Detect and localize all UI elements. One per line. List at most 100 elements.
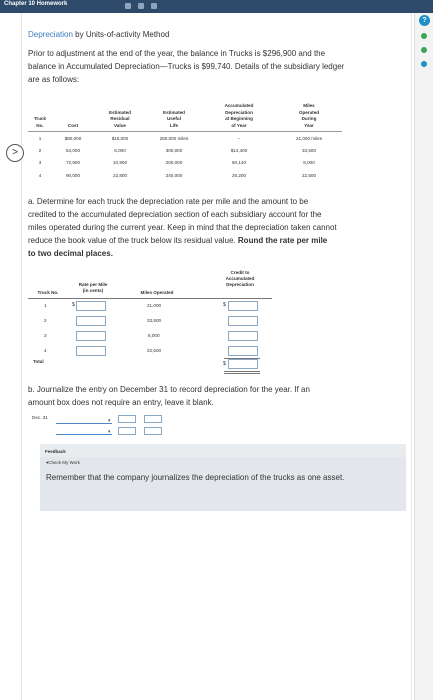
accum-cell: – bbox=[237, 135, 241, 141]
col-header-truck-no: Truck No. bbox=[37, 290, 59, 295]
table-row: 1 $80,000 $15,000 250,000 miles – 21,000… bbox=[28, 132, 342, 145]
heading-text: by Units-of-activity Method bbox=[72, 30, 170, 39]
subsidiary-ledger-table: Truck No. Cost Estimated Residual Value Est… bbox=[28, 103, 342, 182]
intro-paragraph: Prior to adjustment at the end of the ye… bbox=[28, 47, 406, 86]
instruction-line: reduce the book value of the truck below… bbox=[28, 236, 328, 245]
credit-input[interactable] bbox=[228, 346, 258, 356]
feedback-body: ▾Check My Work Remember that the company… bbox=[40, 457, 406, 511]
col-header-cost: Cost bbox=[52, 103, 94, 132]
miles-cell: 33,500 bbox=[301, 147, 317, 153]
col-header-accum: Accumulated Depreciation at Beginning of Ye… bbox=[202, 103, 276, 132]
credit-input[interactable] bbox=[144, 427, 162, 435]
miles-cell: 8,000 bbox=[303, 160, 315, 166]
total-label: Total bbox=[33, 359, 44, 364]
dropdown-arrow-icon[interactable]: ▾ bbox=[108, 429, 111, 435]
accum-cell: 60,140 bbox=[231, 160, 247, 166]
feedback-label: Feedback bbox=[45, 449, 66, 454]
truck-no: 3 bbox=[44, 333, 47, 338]
total-double-rule bbox=[224, 373, 260, 374]
account-select[interactable] bbox=[56, 423, 112, 424]
dollar-sign: $ bbox=[223, 361, 226, 367]
col-header-residual: Estimated Residual Value bbox=[94, 103, 146, 132]
status-dot-icon[interactable] bbox=[421, 33, 427, 39]
rate-input[interactable] bbox=[76, 316, 106, 326]
truck-no: 1 bbox=[38, 135, 42, 141]
credit-input[interactable] bbox=[228, 301, 258, 311]
window-title-bar: Chapter 10 Homework bbox=[0, 0, 433, 13]
rate-input[interactable] bbox=[76, 301, 106, 311]
feedback-message: Remember that the company journalizes th… bbox=[46, 473, 345, 482]
miles-cell: 21,000 miles bbox=[295, 135, 323, 141]
account-select[interactable] bbox=[56, 434, 112, 435]
intro-line: are as follows: bbox=[28, 75, 80, 84]
residual-cell: $15,000 bbox=[111, 135, 129, 141]
life-cell: 200,000 bbox=[165, 160, 183, 166]
cost-cell: 72,900 bbox=[65, 160, 81, 166]
truck-no: 1 bbox=[44, 303, 47, 308]
cost-cell: $80,000 bbox=[64, 135, 82, 141]
intro-line: balance in Accumulated Depreciation—Truc… bbox=[28, 62, 345, 71]
table-row: 2 54,000 6,000 300,000 $14,400 33,500 bbox=[28, 144, 342, 157]
instruction-line: a. Determine for each truck the deprecia… bbox=[28, 197, 309, 206]
rate-input[interactable] bbox=[76, 346, 106, 356]
credit-input[interactable] bbox=[144, 415, 162, 423]
header-divider bbox=[28, 298, 272, 299]
control-square-icon[interactable] bbox=[151, 3, 157, 9]
col-header-rate: Rate per Mile (in cents) bbox=[78, 282, 108, 293]
residual-cell: 10,900 bbox=[112, 160, 128, 166]
status-dot-icon[interactable] bbox=[421, 47, 427, 53]
total-credit-input[interactable] bbox=[228, 359, 258, 369]
expand-chevron-icon[interactable]: > bbox=[6, 144, 24, 162]
dollar-sign: $ bbox=[72, 302, 75, 308]
residual-cell: 22,800 bbox=[112, 172, 128, 178]
instruction-line: miles operated during the current year. … bbox=[28, 223, 337, 232]
dollar-sign: $ bbox=[223, 302, 226, 308]
instruction-line: credited to the accumulated depreciation… bbox=[28, 210, 322, 219]
part-b-instructions: b. Journalize the entry on December 31 t… bbox=[28, 383, 406, 409]
journal-date: Dec. 31 bbox=[32, 415, 48, 420]
miles-cell: 8,000 bbox=[148, 333, 160, 338]
miles-cell: 21,000 bbox=[147, 303, 162, 308]
truck-no: 4 bbox=[38, 172, 42, 178]
col-header-life: Estimated Useful Life bbox=[146, 103, 202, 132]
topic-link[interactable]: Depreciation bbox=[28, 30, 73, 39]
debit-input[interactable] bbox=[118, 427, 136, 435]
table-row: 4 90,000 22,800 240,000 25,200 22,500 bbox=[28, 169, 342, 182]
dropdown-arrow-icon[interactable]: ▾ bbox=[108, 418, 111, 424]
right-sidebar: ? bbox=[414, 13, 433, 700]
instruction-line: b. Journalize the entry on December 31 t… bbox=[28, 385, 310, 394]
life-cell: 250,000 miles bbox=[159, 135, 189, 141]
truck-no: 2 bbox=[44, 318, 47, 323]
accum-cell: $14,400 bbox=[230, 147, 248, 153]
credit-input[interactable] bbox=[228, 331, 258, 341]
accum-cell: 25,200 bbox=[231, 172, 247, 178]
miles-cell: 33,500 bbox=[147, 318, 162, 323]
col-header-miles: Miles Operated During Year bbox=[276, 103, 342, 132]
life-cell: 240,000 bbox=[165, 172, 183, 178]
truck-no: 2 bbox=[38, 147, 42, 153]
feedback-panel: Feedback ▾Check My Work Remember that th… bbox=[40, 444, 406, 511]
col-header-miles-operated: Miles Operated bbox=[140, 290, 174, 295]
rate-input[interactable] bbox=[76, 331, 106, 341]
instruction-line: amount box does not require an entry, le… bbox=[28, 398, 214, 407]
miles-cell: 22,500 bbox=[301, 172, 317, 178]
credit-input[interactable] bbox=[228, 316, 258, 326]
problem-heading: Depreciation by Units-of-activity Method bbox=[28, 30, 169, 39]
miles-cell: 22,500 bbox=[147, 348, 162, 353]
check-my-work-toggle[interactable]: ▾Check My Work bbox=[46, 460, 80, 466]
status-dot-icon[interactable] bbox=[421, 61, 427, 67]
truck-no: 4 bbox=[44, 348, 47, 353]
control-square-icon[interactable] bbox=[138, 3, 144, 9]
instruction-line: to two decimal places. bbox=[28, 249, 113, 258]
help-icon[interactable]: ? bbox=[419, 15, 430, 26]
col-header-credit: Credit to Accumulated Depreciation bbox=[225, 270, 255, 287]
intro-line: Prior to adjustment at the end of the ye… bbox=[28, 49, 326, 58]
cost-cell: 54,000 bbox=[65, 147, 81, 153]
table-row: 3 72,900 10,900 200,000 60,140 8,000 bbox=[28, 157, 342, 170]
col-header-truck: Truck No. bbox=[28, 103, 52, 132]
debit-input[interactable] bbox=[118, 415, 136, 423]
part-a-instructions: a. Determine for each truck the deprecia… bbox=[28, 195, 406, 260]
title-bar-controls bbox=[125, 3, 157, 9]
cost-cell: 90,000 bbox=[65, 172, 81, 178]
control-square-icon[interactable] bbox=[125, 3, 131, 9]
